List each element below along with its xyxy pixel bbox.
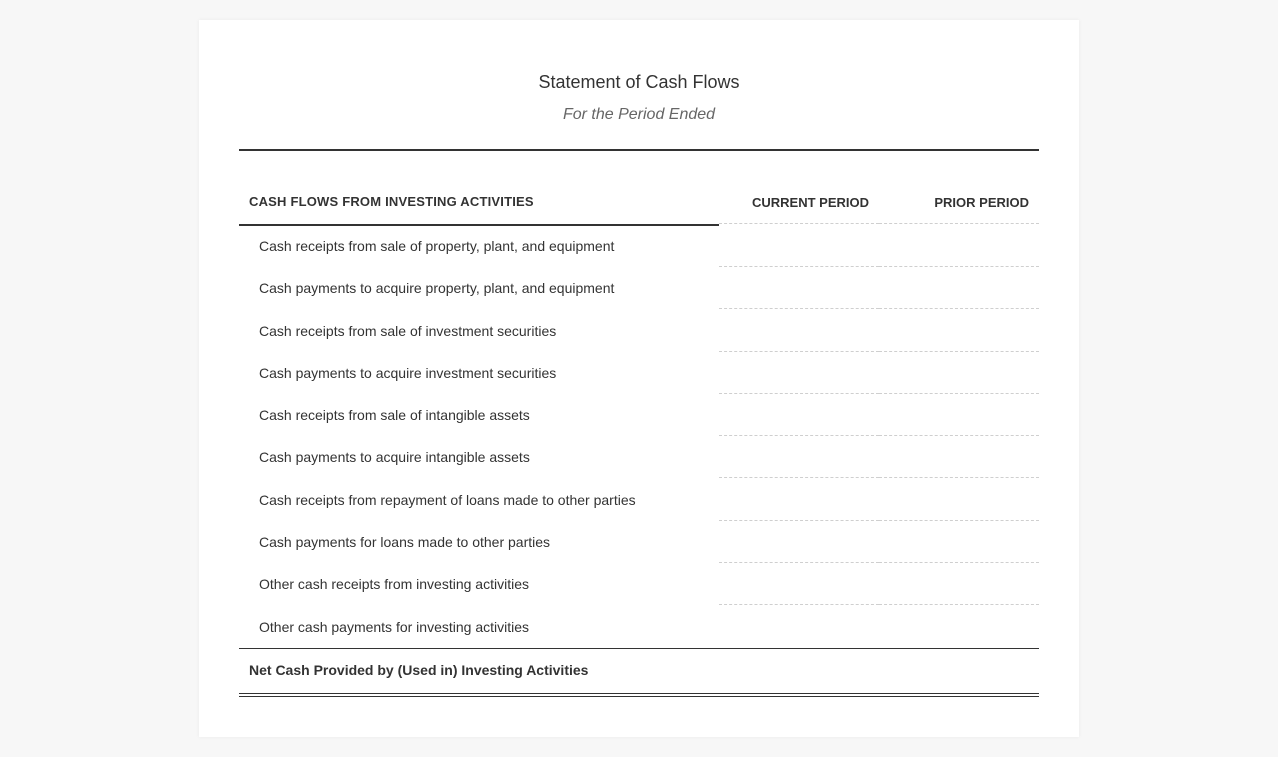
row-label: Cash receipts from sale of property, pla… xyxy=(259,238,615,254)
table-row: Cash payments for loans made to other pa… xyxy=(239,521,1039,564)
prior-period-cell[interactable] xyxy=(879,606,1039,648)
prior-period-cell[interactable] xyxy=(879,225,1039,267)
row-label: Cash receipts from repayment of loans ma… xyxy=(259,491,636,508)
total-prior-value xyxy=(879,649,1039,691)
current-period-cell[interactable] xyxy=(719,310,879,352)
prior-period-cell[interactable] xyxy=(879,436,1039,479)
table-row: Cash receipts from sale of intangible as… xyxy=(239,394,1039,437)
prior-period-cell[interactable] xyxy=(879,394,1039,437)
table-row: Cash payments to acquire property, plant… xyxy=(239,267,1039,310)
row-label: Other cash payments for investing activi… xyxy=(259,618,530,635)
prior-period-cell[interactable] xyxy=(879,310,1039,352)
current-period-cell[interactable] xyxy=(719,606,879,648)
row-label: Cash payments to acquire property, plant… xyxy=(259,280,615,297)
current-period-cell[interactable] xyxy=(719,267,879,310)
total-label: Net Cash Provided by (Used in) Investing… xyxy=(249,661,589,678)
row-label: Other cash receipts from investing activ… xyxy=(259,576,529,593)
row-label: Cash payments to acquire intangible asse… xyxy=(259,449,530,466)
table-row: Cash receipts from repayment of loans ma… xyxy=(239,479,1039,521)
total-current-value xyxy=(719,649,879,691)
page-title: Statement of Cash Flows xyxy=(538,72,740,92)
row-label: Cash payments to acquire investment secu… xyxy=(259,364,557,381)
title-divider xyxy=(239,149,1039,151)
row-label: Cash receipts from sale of intangible as… xyxy=(259,407,530,424)
cash-flow-table: CASH FLOWS FROM INVESTING ACTIVITIES CUR… xyxy=(239,180,1039,697)
table-body: Cash receipts from sale of property, pla… xyxy=(239,225,1039,648)
prior-period-cell[interactable] xyxy=(879,521,1039,564)
table-row: Other cash payments for investing activi… xyxy=(239,606,1039,648)
page-subtitle: For the Period Ended xyxy=(562,106,716,123)
prior-period-cell[interactable] xyxy=(879,267,1039,310)
current-period-cell[interactable] xyxy=(719,352,879,394)
prior-period-cell[interactable] xyxy=(879,479,1039,521)
table-row: Cash receipts from sale of property, pla… xyxy=(239,225,1039,267)
table-header-row: CASH FLOWS FROM INVESTING ACTIVITIES CUR… xyxy=(239,180,1039,226)
table-row: Cash payments to acquire intangible asse… xyxy=(239,436,1039,479)
column-header-prior-period: PRIOR PERIOD xyxy=(879,180,1039,224)
total-row: Net Cash Provided by (Used in) Investing… xyxy=(239,647,1039,697)
prior-period-cell[interactable] xyxy=(879,563,1039,606)
table-row: Cash receipts from sale of investment se… xyxy=(239,310,1039,352)
current-period-cell[interactable] xyxy=(719,394,879,437)
prior-period-cell[interactable] xyxy=(879,352,1039,394)
column-header-current-period: CURRENT PERIOD xyxy=(719,180,879,224)
current-period-cell[interactable] xyxy=(719,563,879,606)
row-label: Cash payments for loans made to other pa… xyxy=(259,534,551,551)
current-period-cell[interactable] xyxy=(719,479,879,521)
section-heading: CASH FLOWS FROM INVESTING ACTIVITIES xyxy=(239,180,719,226)
table-row: Cash payments to acquire investment secu… xyxy=(239,352,1039,394)
statement-page: Statement of Cash Flows For the Period E… xyxy=(199,20,1079,737)
current-period-cell[interactable] xyxy=(719,521,879,564)
table-row: Other cash receipts from investing activ… xyxy=(239,563,1039,606)
current-period-cell[interactable] xyxy=(719,436,879,479)
row-label: Cash receipts from sale of investment se… xyxy=(259,322,557,339)
current-period-cell[interactable] xyxy=(719,225,879,267)
